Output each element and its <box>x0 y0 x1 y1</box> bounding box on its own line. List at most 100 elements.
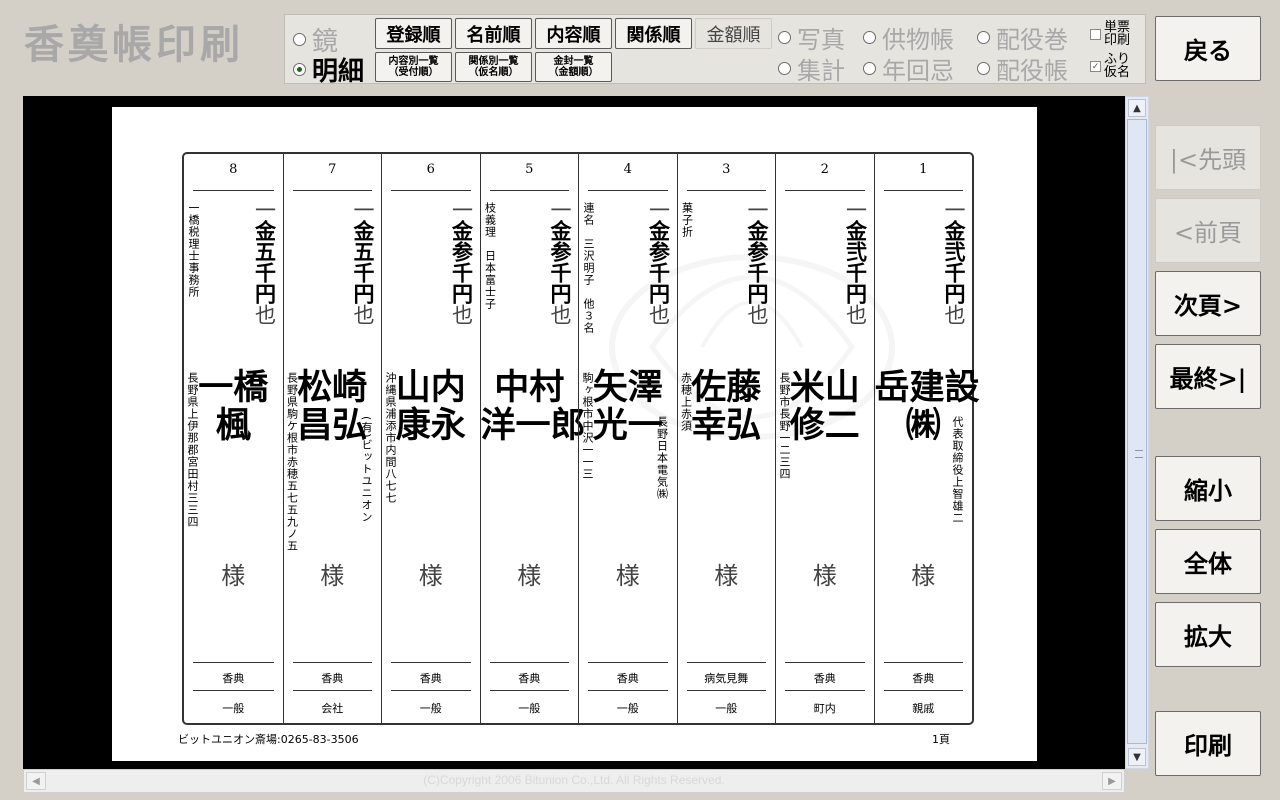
option-offering-book-radio[interactable]: 供物帳 <box>863 20 954 55</box>
divider-bottom <box>193 662 274 663</box>
option-offering-book-label: 供物帳 <box>882 26 954 54</box>
amount-value: 金五千円 <box>351 220 376 304</box>
option-photo-radio[interactable]: 写真 <box>778 20 845 55</box>
entry-amount: 一金参千円也 <box>449 199 475 325</box>
vertical-scrollbar[interactable]: ▲ ▼ <box>1125 96 1149 769</box>
scroll-thumb[interactable] <box>1127 119 1147 744</box>
option-memorial-radio[interactable]: 年回忌 <box>863 51 954 86</box>
prev-page-button[interactable]: <前頁 <box>1155 198 1261 263</box>
last-page-button[interactable]: 最終>| <box>1155 344 1261 409</box>
entry-note: 枝義理 日本富士子 <box>483 202 497 310</box>
entry-name: 岳建設 ㈱ <box>874 367 980 446</box>
amount-value: 金参千円 <box>548 220 573 304</box>
entry-relation: 一般 <box>419 702 442 715</box>
entry-amount: 一金参千円也 <box>744 199 770 325</box>
scroll-right-icon[interactable]: ▶ <box>1102 772 1122 790</box>
scroll-up-icon[interactable]: ▲ <box>1128 99 1146 117</box>
single-print-checkbox[interactable]: 単票 印刷 <box>1090 21 1134 47</box>
radio-icon <box>778 31 791 44</box>
entry-honorific: 様 <box>320 562 345 590</box>
sort-content-button[interactable]: 内容順 <box>535 18 612 49</box>
next-page-button[interactable]: 次頁> <box>1155 271 1261 336</box>
divider-category <box>193 690 274 691</box>
divider-top <box>588 190 668 191</box>
entry-name: 一橋 楓 <box>198 367 269 446</box>
divider-category <box>391 690 471 691</box>
radio-icon <box>863 31 876 44</box>
register-entry-1: 1 一金弐千円也 代表取締役上智雄二 岳建設 ㈱様香典 親戚 <box>873 154 980 723</box>
entry-number: 6 <box>426 162 435 177</box>
entry-relation: 親戚 <box>912 702 935 715</box>
entry-number: 4 <box>623 162 632 177</box>
option-role-scroll-label: 配役巻 <box>996 26 1068 54</box>
option-summary-radio[interactable]: 集計 <box>778 51 845 86</box>
divider-bottom <box>391 662 471 663</box>
radio-icon <box>293 33 306 46</box>
divider-bottom <box>292 662 372 663</box>
option-summary-label: 集計 <box>797 57 845 85</box>
entry-category: 香典 <box>813 672 836 685</box>
back-button[interactable]: 戻る <box>1155 16 1261 81</box>
scroll-down-icon[interactable]: ▼ <box>1128 748 1146 766</box>
divider-category <box>785 690 865 691</box>
preview-page: 8 一金五千円也 一橋税理士事務所 長野県上伊那郡宮田村三三四 一橋 楓様香典 一般 7 一金… <box>112 107 1037 761</box>
register-entry-8: 8 一金五千円也 一橋税理士事務所 長野県上伊那郡宮田村三三四 一橋 楓様香典 一般 <box>184 154 283 723</box>
checkmark-icon: ✓ <box>1090 60 1101 72</box>
amount-suffix: 也 <box>745 304 769 325</box>
entry-honorific: 様 <box>615 562 640 590</box>
entry-note: 連名 三沢明子 他３名 <box>582 202 595 334</box>
entry-amount: 一金五千円也 <box>252 199 278 325</box>
entry-name: 松崎 昌弘 <box>297 367 368 446</box>
option-role-scroll-radio[interactable]: 配役巻 <box>977 20 1068 55</box>
list-by-content-button[interactable]: 内容別一覧 （受付順） <box>375 52 452 82</box>
sort-name-button[interactable]: 名前順 <box>455 18 532 49</box>
entry-number: 5 <box>525 162 534 177</box>
entry-category: 香典 <box>912 672 935 685</box>
print-button[interactable]: 印刷 <box>1155 711 1261 776</box>
envelope-list-button[interactable]: 金封一覧 （金額順） <box>535 52 612 82</box>
option-role-book-radio[interactable]: 配役帳 <box>977 51 1068 86</box>
entry-amount: 一金参千円也 <box>646 199 672 325</box>
zoom-out-button[interactable]: 縮小 <box>1155 456 1261 521</box>
amount-prefix: 一 <box>252 199 277 220</box>
divider-bottom <box>883 662 963 663</box>
list-by-relation-button[interactable]: 関係別一覧 （仮名順） <box>455 52 532 82</box>
amount-prefix: 一 <box>843 199 868 220</box>
amount-prefix: 一 <box>942 199 966 220</box>
option-memorial-label: 年回忌 <box>882 57 954 85</box>
amount-suffix: 也 <box>942 304 966 325</box>
divider-category <box>686 690 766 691</box>
entry-category: 香典 <box>321 672 344 685</box>
fit-page-button[interactable]: 全体 <box>1155 529 1261 594</box>
radio-icon <box>778 62 791 75</box>
entry-category: 病気見舞 <box>704 672 749 685</box>
sort-registration-button[interactable]: 登録順 <box>375 18 452 49</box>
amount-prefix: 一 <box>548 199 572 220</box>
zoom-in-button[interactable]: 拡大 <box>1155 602 1261 667</box>
entry-category: 香典 <box>419 672 442 685</box>
grip-icon <box>1135 450 1143 458</box>
radio-icon <box>977 31 990 44</box>
single-print-label: 単票 印刷 <box>1104 20 1131 48</box>
horizontal-scrollbar[interactable]: ◀ (C)Copyright 2006 Bitunion Co.,Ltd. Al… <box>23 769 1125 793</box>
register-entry-4: 4 一金参千円也 連名 三沢明子 他３名 駒ヶ根市中沢一一三 長野日本電気㈱ 矢澤 光一様… <box>578 154 677 723</box>
amount-value: 金参千円 <box>449 220 475 304</box>
entry-relation: 会社 <box>321 702 344 715</box>
entry-honorific: 様 <box>418 562 443 590</box>
entry-category: 香典 <box>518 672 541 685</box>
divider-bottom <box>588 662 668 663</box>
divider-top <box>686 190 766 191</box>
sort-amount-button[interactable]: 金額順 <box>695 18 772 49</box>
sort-relation-button[interactable]: 関係順 <box>615 18 692 49</box>
first-page-button[interactable]: |<先頭 <box>1155 125 1261 190</box>
page-number: 1頁 <box>932 733 950 746</box>
radio-selected-icon <box>293 63 306 76</box>
divider-top <box>391 190 471 191</box>
radio-icon <box>977 62 990 75</box>
mode-detail-radio[interactable]: 明細 <box>293 51 364 88</box>
furigana-checkbox[interactable]: ✓ ふり 仮名 <box>1090 53 1134 79</box>
amount-suffix: 也 <box>449 304 474 325</box>
app-title: 香奠帳印刷 <box>24 21 244 68</box>
divider-top <box>785 190 865 191</box>
amount-value: 金弐千円 <box>843 220 869 304</box>
